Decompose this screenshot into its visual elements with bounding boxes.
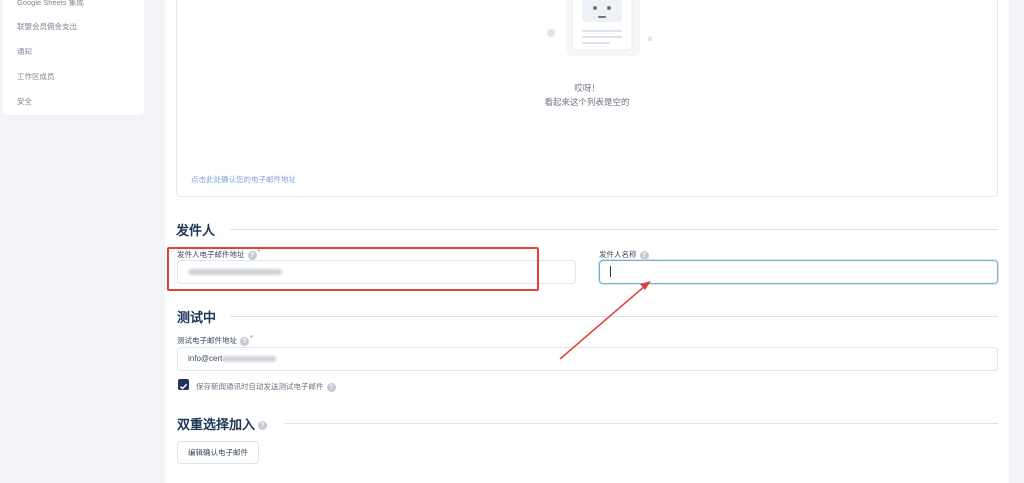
required-mark: * (250, 335, 253, 342)
sidebar-item-security[interactable]: 安全 (3, 89, 144, 114)
auto-send-label-wrap: 保存新闻通讯时自动发送测试电子邮件? (196, 381, 336, 392)
confirm-email-link[interactable]: 点击此处确认您的电子邮件地址 (191, 174, 296, 185)
test-email-prefix: info@cert (188, 354, 223, 363)
redacted-email (222, 355, 277, 362)
help-icon[interactable]: ? (240, 336, 249, 346)
auto-send-checkbox[interactable] (178, 379, 189, 390)
sender-name-input[interactable] (599, 260, 998, 284)
double-optin-title: 双重选择加入 (177, 417, 256, 432)
sidebar-item-workspace-members[interactable]: 工作区成员 (3, 64, 144, 89)
auto-send-label: 保存新闻通讯时自动发送测试电子邮件 (196, 382, 324, 391)
empty-title: 哎呀！ (574, 83, 600, 93)
text-cursor (610, 266, 611, 278)
test-email-input[interactable]: info@cert (177, 347, 998, 371)
testing-section-title: 测试中 (177, 310, 217, 325)
double-optin-section-wrap: 双重选择加入? (177, 414, 268, 433)
redacted-email (188, 268, 282, 275)
sender-section-title: 发件人 (176, 223, 216, 238)
divider (230, 229, 998, 230)
main-panel: 哎呀！ 看起来这个列表是空的 点击此处确认您的电子邮件地址 发件人 (165, 0, 1009, 483)
sender-name-label: 发件人名称 (599, 250, 637, 259)
empty-robot-illustration (547, 0, 652, 56)
sidebar-item-affiliate-payouts[interactable]: 联盟会员佣金支出 (3, 14, 144, 39)
required-mark: * (257, 249, 261, 256)
sender-email-input[interactable] (177, 260, 576, 284)
test-email-label-wrap: 测试电子邮件地址? * (177, 335, 253, 346)
settings-sidebar: Google Sheets 集成 联盟会员佣金支出 通知 工作区成员 安全 (3, 0, 144, 115)
empty-list-box: 哎呀！ 看起来这个列表是空的 点击此处确认您的电子邮件地址 (176, 0, 998, 197)
sidebar-item-notifications[interactable]: 通知 (3, 39, 144, 64)
test-email-label: 测试电子邮件地址 (177, 336, 237, 345)
divider (230, 316, 998, 317)
help-icon[interactable]: ? (258, 421, 268, 431)
empty-subtitle: 看起来这个列表是空的 (544, 97, 630, 107)
edit-confirmation-email-button[interactable]: 编辑确认电子邮件 (177, 441, 259, 464)
check-icon (179, 383, 188, 390)
sender-name-label-wrap: 发件人名称? (599, 249, 649, 260)
help-icon[interactable]: ? (326, 382, 336, 392)
help-icon[interactable]: ? (639, 250, 649, 260)
sender-email-label-wrap: 发件人电子邮件地址? * (177, 249, 260, 260)
divider (284, 423, 998, 424)
help-icon[interactable]: ? (247, 250, 257, 260)
sidebar-item-google-sheets[interactable]: Google Sheets 集成 (3, 0, 144, 14)
sender-email-label: 发件人电子邮件地址 (177, 250, 245, 259)
